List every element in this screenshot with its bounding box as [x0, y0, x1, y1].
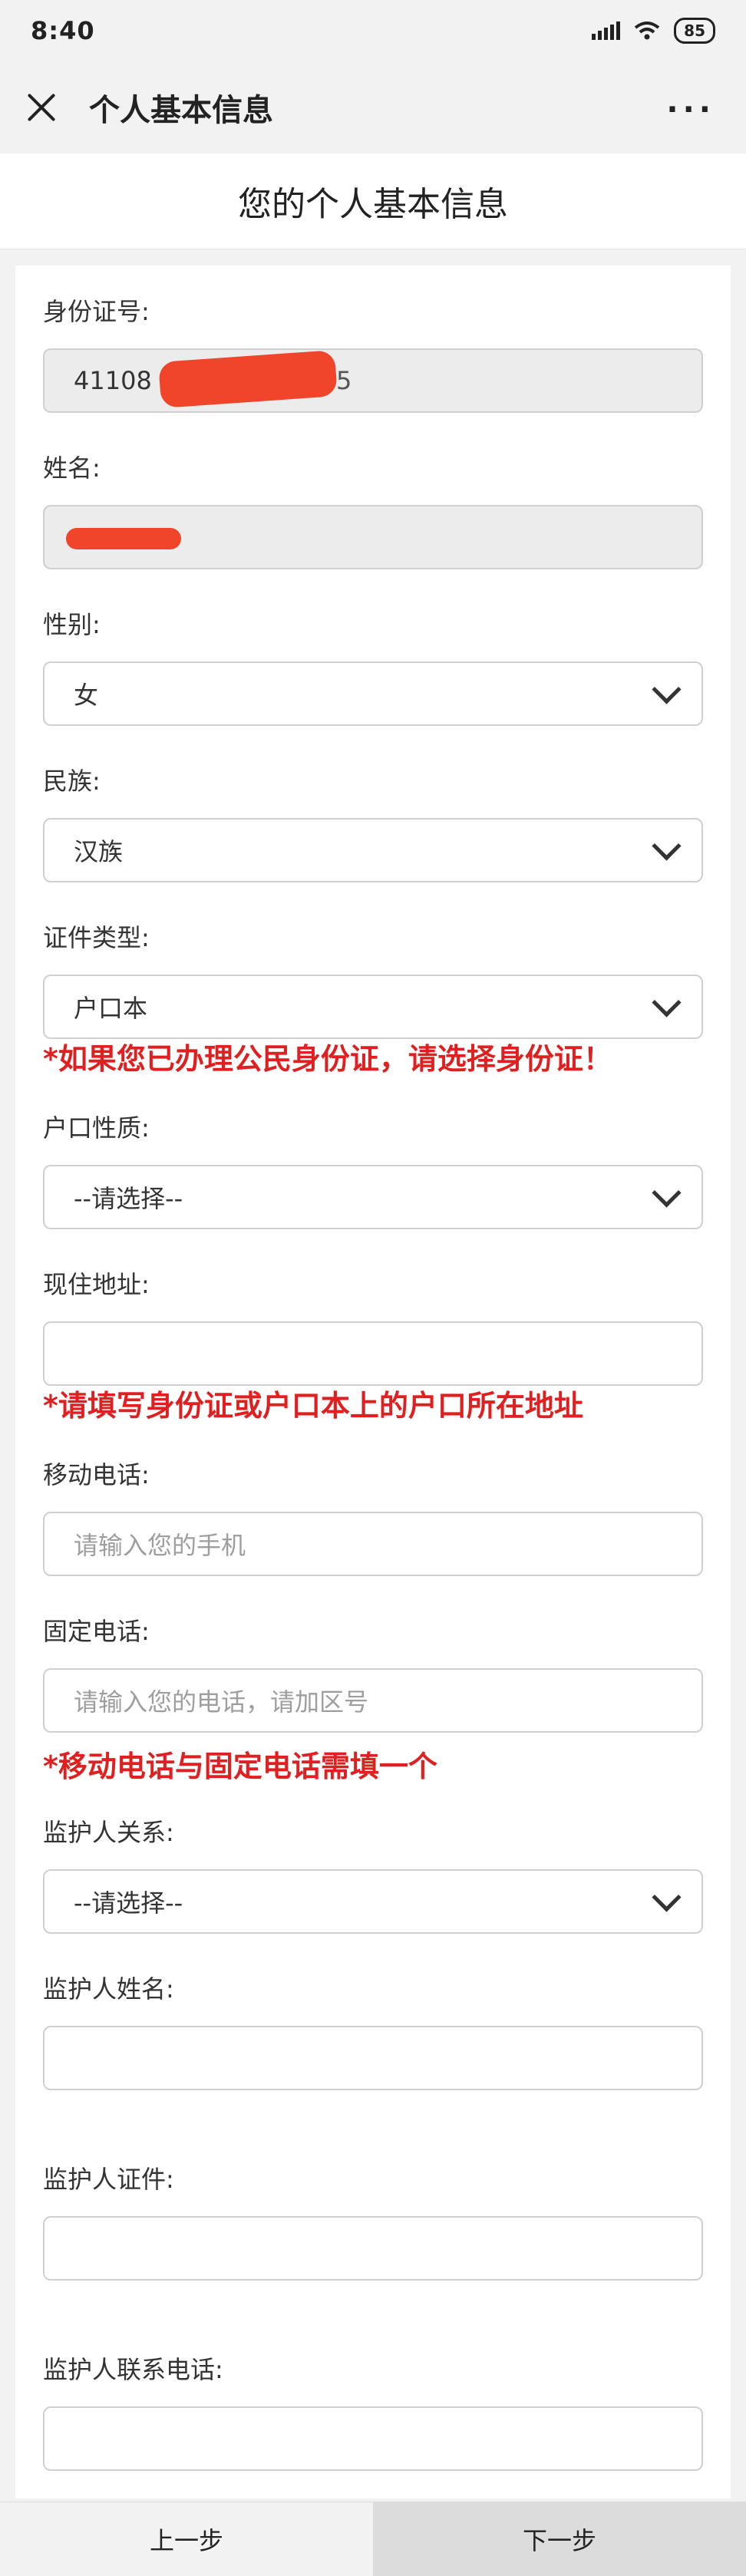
- guardian-relation-value: --请选择--: [74, 1888, 183, 1918]
- address-input[interactable]: [43, 1321, 703, 1386]
- doc-type-field: 证件类型: 户口本 *如果您已办理公民身份证，请选择身份证！: [43, 922, 703, 1079]
- personal-info-form: 身份证号: 41108 5 姓名: 性别: 女 民族: 汉族 证件类型: 户口本…: [15, 266, 731, 2471]
- guardian-relation-field: 监护人关系: --请选择--: [43, 1817, 703, 1934]
- chevron-down-icon: [652, 830, 682, 861]
- doc-type-value: 户口本: [74, 994, 148, 1023]
- hukou-select[interactable]: --请选择--: [43, 1165, 703, 1229]
- chevron-down-icon: [652, 1177, 682, 1208]
- ethnicity-label: 民族:: [43, 767, 101, 796]
- ethnicity-field: 民族: 汉族: [43, 766, 703, 882]
- doc-type-warning: *如果您已办理公民身份证，请选择身份证！: [43, 1042, 612, 1076]
- mobile-label: 移动电话:: [43, 1460, 150, 1489]
- chevron-down-icon: [652, 1882, 682, 1912]
- guardian-phone-label: 监护人联系电话:: [43, 2355, 223, 2384]
- id-number-tail: 5: [336, 366, 352, 395]
- gender-value: 女: [74, 681, 99, 710]
- gender-select[interactable]: 女: [43, 661, 703, 726]
- guardian-relation-select[interactable]: --请选择--: [43, 1869, 703, 1934]
- more-options-button[interactable]: ···: [666, 92, 715, 127]
- guardian-id-input[interactable]: [43, 2216, 703, 2281]
- status-icons: 85: [592, 18, 715, 44]
- chevron-down-icon: [652, 674, 682, 704]
- status-time: 8:40: [31, 16, 95, 45]
- landline-input[interactable]: 请输入您的电话，请加区号: [43, 1668, 703, 1733]
- hukou-value: --请选择--: [74, 1184, 183, 1213]
- signal-icon: [592, 21, 621, 40]
- guardian-name-label: 监护人姓名:: [43, 1974, 174, 2004]
- name-label: 姓名:: [43, 454, 101, 483]
- previous-step-button[interactable]: 上一步: [0, 2502, 373, 2576]
- ethnicity-value: 汉族: [74, 837, 124, 866]
- doc-type-label: 证件类型:: [43, 923, 150, 952]
- redaction-mark: [66, 528, 181, 549]
- address-warning: *请填写身份证或户口本上的户口所在地址: [43, 1389, 583, 1423]
- status-bar: 8:40 85: [0, 0, 746, 61]
- wifi-icon: [634, 21, 660, 40]
- battery-indicator: 85: [674, 18, 715, 44]
- next-step-button[interactable]: 下一步: [373, 2502, 746, 2576]
- phone-warning: *移动电话与固定电话需填一个: [43, 1750, 437, 1783]
- doc-type-select[interactable]: 户口本: [43, 975, 703, 1039]
- id-number-field: 身份证号: 41108 5: [43, 296, 703, 413]
- redaction-mark: [158, 350, 338, 408]
- ethnicity-select[interactable]: 汉族: [43, 818, 703, 882]
- landline-field: 固定电话: 请输入您的电话，请加区号 *移动电话与固定电话需填一个: [43, 1616, 703, 1786]
- id-number-input: 41108 5: [43, 348, 703, 413]
- nav-title: 个人基本信息: [89, 93, 273, 128]
- name-field: 姓名:: [43, 453, 703, 569]
- address-label: 现住地址:: [43, 1270, 150, 1299]
- id-number-label: 身份证号:: [43, 297, 150, 326]
- close-icon[interactable]: [21, 87, 61, 127]
- name-input: [43, 505, 703, 569]
- page-title: 您的个人基本信息: [0, 153, 746, 249]
- mobile-input[interactable]: 请输入您的手机: [43, 1512, 703, 1576]
- form-card: 身份证号: 41108 5 姓名: 性别: 女 民族: 汉族 证件类型: 户口本…: [15, 266, 731, 2498]
- chevron-down-icon: [652, 987, 682, 1018]
- mobile-field: 移动电话: 请输入您的手机: [43, 1460, 703, 1576]
- guardian-phone-input[interactable]: [43, 2406, 703, 2471]
- guardian-name-field: 监护人姓名:: [43, 1974, 703, 2090]
- gender-field: 性别: 女: [43, 609, 703, 726]
- gender-label: 性别:: [43, 610, 101, 639]
- hukou-field: 户口性质: --请选择--: [43, 1113, 703, 1229]
- nav-bar: 个人基本信息 ···: [0, 61, 746, 153]
- landline-label: 固定电话:: [43, 1617, 150, 1646]
- guardian-phone-field: 监护人联系电话:: [43, 2354, 703, 2471]
- guardian-id-label: 监护人证件:: [43, 2165, 174, 2194]
- id-number-value: 41108: [74, 366, 152, 395]
- guardian-name-input[interactable]: [43, 2026, 703, 2090]
- bottom-action-bar: 上一步 下一步: [0, 2502, 746, 2576]
- guardian-id-field: 监护人证件:: [43, 2164, 703, 2281]
- guardian-relation-label: 监护人关系:: [43, 1818, 174, 1847]
- hukou-label: 户口性质:: [43, 1113, 150, 1143]
- address-field: 现住地址: *请填写身份证或户口本上的户口所在地址: [43, 1269, 703, 1426]
